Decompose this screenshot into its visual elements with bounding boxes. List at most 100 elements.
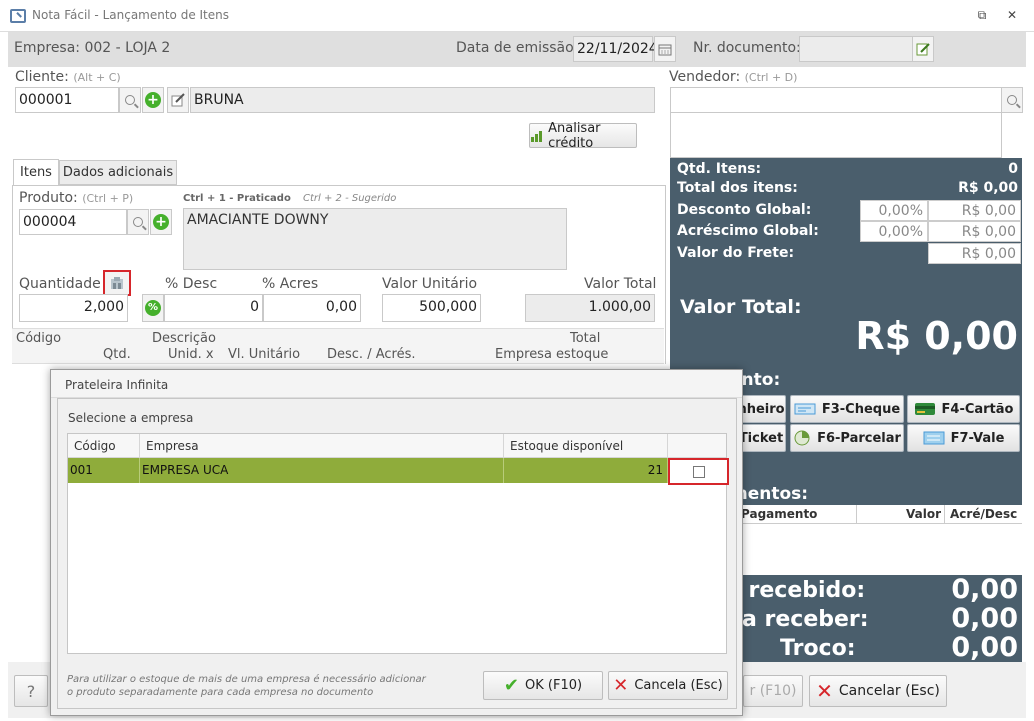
tab-itens[interactable]: Itens xyxy=(13,159,59,186)
col-valor: Valor xyxy=(906,507,942,521)
cancel-button[interactable]: ✕ Cancelar (Esc) xyxy=(809,675,947,707)
troco-label: Troco: xyxy=(780,636,856,661)
edit-document-icon[interactable] xyxy=(912,36,934,62)
desconto-value-field[interactable]: R$ 0,00 xyxy=(928,200,1021,221)
produto-hint: (Ctrl + P) xyxy=(82,192,134,205)
check-icon: ✔ xyxy=(503,675,520,696)
col-total: Total xyxy=(570,331,601,346)
valor-unitario-label: Valor Unitário xyxy=(382,276,478,292)
edit-icon xyxy=(171,93,185,107)
nr-documento-field[interactable] xyxy=(799,36,913,62)
produto-code-field[interactable]: 000004 xyxy=(19,209,127,235)
cancel-x-icon: ✕ xyxy=(613,675,629,696)
produto-search-button[interactable] xyxy=(127,209,149,235)
restore-icon[interactable]: ⧉ xyxy=(974,8,990,22)
cliente-code-field[interactable]: 000001 xyxy=(15,87,119,113)
empresa-grid[interactable]: Código Empresa Estoque disponível 001 EM… xyxy=(67,433,729,654)
stock-button[interactable] xyxy=(103,270,131,296)
col-codigo: Código xyxy=(16,331,62,346)
calendar-icon[interactable] xyxy=(654,36,676,62)
frete-value-field[interactable]: R$ 0,00 xyxy=(928,243,1021,264)
recebido-value: 0,00 xyxy=(951,574,1018,605)
col-desc-acres: Desc. / Acrés. xyxy=(327,347,416,362)
empresa-label: Empresa: 002 - LOJA 2 xyxy=(14,40,171,56)
vendedor-label-group: Vendedor: (Ctrl + D) xyxy=(669,69,797,85)
pay-dinheiro-label: nheiro xyxy=(737,401,785,417)
desc-label: % Desc xyxy=(165,276,218,292)
col-codigo-header[interactable]: Código xyxy=(68,434,140,458)
add-icon: + xyxy=(145,92,161,108)
dialog-cancel-button[interactable]: ✕ Cancela (Esc) xyxy=(608,671,728,700)
col-unid: Unid. x xyxy=(168,347,214,362)
vendedor-search-button[interactable] xyxy=(1001,87,1023,113)
acrescimo-value-field[interactable]: R$ 0,00 xyxy=(928,221,1021,242)
header-strip: Empresa: 002 - LOJA 2 Data de emissão: 2… xyxy=(8,32,1026,67)
pay-dinheiro-button[interactable]: nheiro xyxy=(736,395,786,423)
dialog-title: Prateleira Infinita xyxy=(65,378,169,392)
search-icon xyxy=(133,217,143,227)
pay-vale-button[interactable]: F7-Vale xyxy=(907,424,1020,452)
valor-total-field: 1.000,00 xyxy=(525,294,655,322)
confirm-button[interactable]: r (F10) xyxy=(743,675,803,707)
dialog-titlebar: Prateleira Infinita xyxy=(51,370,742,398)
tab-dados-adicionais[interactable]: Dados adicionais xyxy=(59,160,177,185)
col-estoque-header[interactable]: Estoque disponível xyxy=(504,434,668,458)
pay-parcelar-label: F6-Parcelar xyxy=(817,430,901,446)
items-table-header: Código Descrição Total Qtd. Unid. x Vl. … xyxy=(12,328,664,364)
pay-cheque-label: F3-Cheque xyxy=(821,401,901,417)
acrescimo-pct-field[interactable]: 0,00% xyxy=(860,221,928,242)
valor-total-label: Valor Total xyxy=(584,276,657,292)
acrescimo-label: Acréscimo Global: xyxy=(677,223,819,239)
col-descricao: Descrição xyxy=(152,331,216,346)
row-checkbox[interactable] xyxy=(692,465,705,478)
pay-cheque-button[interactable]: F3-Cheque xyxy=(790,395,904,423)
help-button[interactable]: ? xyxy=(14,675,48,707)
cliente-edit-button[interactable] xyxy=(167,87,189,113)
row-estoque[interactable]: 21 xyxy=(504,458,668,483)
pay-ticket-button[interactable]: Ticket xyxy=(736,424,786,452)
cancel-label: Cancelar (Esc) xyxy=(838,683,940,699)
voucher-icon xyxy=(923,431,945,445)
dialog-ok-button[interactable]: ✔ OK (F10) xyxy=(483,671,603,700)
row-codigo[interactable]: 001 xyxy=(68,458,140,483)
col-empresa-header[interactable]: Empresa xyxy=(140,434,504,458)
cliente-label-group: Cliente: (Alt + C) xyxy=(15,69,121,85)
payments-table-header: Pagamento Valor Acré/Desc xyxy=(736,505,1022,524)
cliente-add-button[interactable]: + xyxy=(142,87,164,113)
col-vl-unitario: Vl. Unitário xyxy=(228,347,301,362)
row-empresa[interactable]: EMPRESA UCA xyxy=(140,458,504,483)
acres-label: % Acres xyxy=(262,276,319,292)
analisar-credito-label: Analisar crédito xyxy=(548,120,601,151)
pay-cartao-button[interactable]: F4-Cartão xyxy=(907,395,1020,423)
search-icon xyxy=(1007,95,1017,105)
payments-table[interactable]: Pagamento Valor Acré/Desc xyxy=(736,505,1022,575)
window-titlebar: Nota Fácil - Lançamento de Itens ⧉ ✕ xyxy=(0,0,1034,32)
quantidade-label: Quantidade xyxy=(19,276,101,292)
valor-total-value: R$ 0,00 xyxy=(855,314,1018,358)
prateleira-dialog: Prateleira Infinita Selecione a empresa … xyxy=(50,369,743,716)
vendedor-input[interactable] xyxy=(670,87,1002,113)
valor-unitario-field[interactable]: 500,000 xyxy=(382,294,481,322)
desconto-pct-field[interactable]: 0,00% xyxy=(860,200,928,221)
frete-label: Valor do Frete: xyxy=(677,245,795,261)
cliente-label: Cliente: xyxy=(15,69,69,85)
cliente-hint: (Alt + C) xyxy=(73,71,121,84)
vendedor-list[interactable] xyxy=(670,113,1002,158)
close-icon[interactable]: ✕ xyxy=(1004,8,1020,22)
confirm-label: r (F10) xyxy=(749,683,797,699)
row-select-checkbox-cell[interactable] xyxy=(668,458,729,485)
warehouse-icon xyxy=(111,277,123,289)
cancel-x-icon: ✕ xyxy=(816,679,833,703)
desc-field[interactable]: 0 xyxy=(164,294,263,322)
desc-toggle-button[interactable]: % xyxy=(142,294,164,322)
pay-parcelar-button[interactable]: F6-Parcelar xyxy=(790,424,904,452)
data-emissao-field[interactable]: 22/11/2024 xyxy=(573,36,658,62)
cliente-search-button[interactable] xyxy=(119,87,141,113)
add-icon: + xyxy=(153,214,169,230)
produto-add-button[interactable]: + xyxy=(150,209,172,235)
acres-field[interactable]: 0,00 xyxy=(263,294,361,322)
troco-value: 0,00 xyxy=(951,632,1018,663)
total-itens-value: R$ 0,00 xyxy=(958,180,1018,196)
quantidade-field[interactable]: 2,000 xyxy=(19,294,128,322)
analisar-credito-button[interactable]: Analisar crédito xyxy=(529,120,637,151)
